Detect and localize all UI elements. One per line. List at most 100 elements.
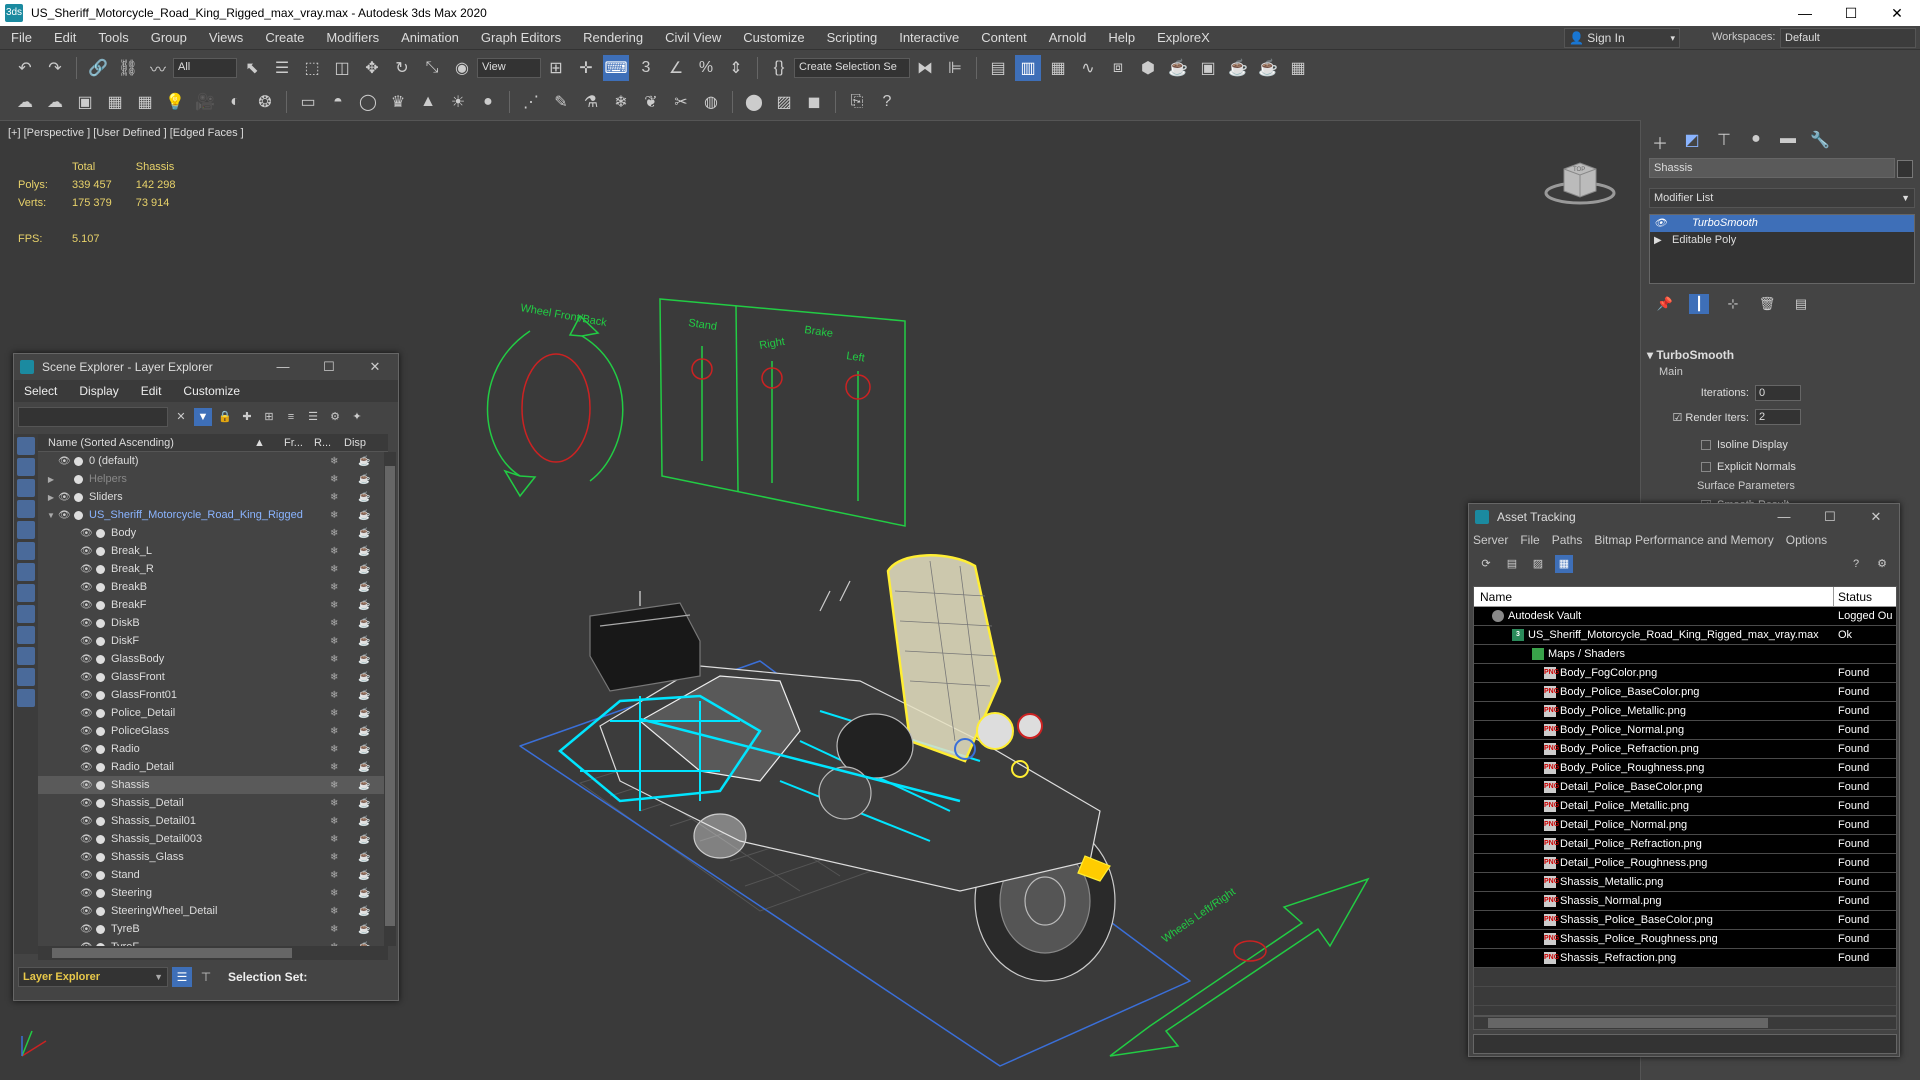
asset-row[interactable]: PNG Detail_Police_Normal.png Found bbox=[1474, 816, 1896, 835]
scene-explorer-row[interactable]: 👁 Radio ❄ ☕ bbox=[38, 740, 388, 758]
freeze-icon[interactable]: ❄ bbox=[330, 798, 338, 809]
material-editor-icon[interactable]: ⬢ bbox=[1135, 55, 1161, 81]
render-iters-checkbox[interactable]: ☑ bbox=[1672, 412, 1685, 424]
at-menu-options[interactable]: Options bbox=[1786, 533, 1827, 547]
percent-snap-icon[interactable]: % bbox=[693, 55, 719, 81]
create-tab-icon[interactable]: ＋ bbox=[1649, 130, 1671, 154]
freeze-icon[interactable]: ❄ bbox=[330, 888, 338, 899]
renderable-icon[interactable]: ☕ bbox=[358, 816, 370, 827]
renderable-icon[interactable]: ☕ bbox=[358, 744, 370, 755]
scene-explorer-row[interactable]: ▶ 👁 Sliders ❄ ☕ bbox=[38, 488, 388, 506]
freeze-icon[interactable]: ❄ bbox=[330, 672, 338, 683]
close-button[interactable]: ✕ bbox=[352, 359, 398, 375]
eye-icon[interactable]: 👁 bbox=[80, 762, 94, 773]
eye-icon[interactable]: 👁 bbox=[80, 870, 94, 881]
freeze-icon[interactable]: ❄ bbox=[330, 492, 338, 503]
freeze-icon[interactable]: ❄ bbox=[330, 618, 338, 629]
grid-helper-icon[interactable]: ⋰ bbox=[518, 89, 544, 115]
set-current-layer-icon[interactable]: ⚙ bbox=[326, 408, 344, 426]
scene-explorer-row[interactable]: 👁 Shassis ❄ ☕ bbox=[38, 776, 388, 794]
eye-icon[interactable]: 👁 bbox=[80, 672, 94, 683]
eye-icon[interactable]: 👁 bbox=[80, 528, 94, 539]
renderable-icon[interactable]: ☕ bbox=[358, 474, 370, 485]
plane-light-icon[interactable]: ▭ bbox=[295, 89, 321, 115]
expand-arrow-icon[interactable]: ▶ bbox=[1654, 232, 1662, 249]
render-iterative-icon[interactable]: ☕ bbox=[1255, 55, 1281, 81]
selection-filter-dropdown[interactable]: All bbox=[173, 58, 237, 78]
scene-explorer-row[interactable]: 👁 Steering ❄ ☕ bbox=[38, 884, 388, 902]
close-button[interactable]: ✕ bbox=[1853, 509, 1899, 525]
eye-icon[interactable]: 👁 bbox=[80, 708, 94, 719]
freeze-icon[interactable]: ❄ bbox=[330, 582, 338, 593]
scene-explorer-row[interactable]: 👁 DiskB ❄ ☕ bbox=[38, 614, 388, 632]
display-bones-icon[interactable] bbox=[17, 605, 35, 623]
toggle-scene-explorer-icon[interactable]: ▤ bbox=[985, 55, 1011, 81]
cloud-icon[interactable]: ☁ bbox=[42, 89, 68, 115]
stack-item-editable-poly[interactable]: ▶ Editable Poly bbox=[1650, 232, 1914, 249]
display-hidden-icon[interactable] bbox=[17, 689, 35, 707]
scale-icon[interactable]: ⤡ bbox=[419, 55, 445, 81]
freeze-icon[interactable]: ❄ bbox=[330, 600, 338, 611]
display-column-header[interactable]: Disp bbox=[344, 434, 374, 451]
menu-file[interactable]: File bbox=[0, 30, 43, 45]
link-icon[interactable]: 🔗 bbox=[85, 55, 111, 81]
select-object-icon[interactable]: ⬉ bbox=[239, 55, 265, 81]
list-view-icon[interactable]: ▤ bbox=[1503, 555, 1521, 573]
reference-coord-dropdown[interactable]: View bbox=[477, 58, 541, 78]
asset-row[interactable]: Autodesk Vault Logged Ou bbox=[1474, 607, 1896, 626]
place-icon[interactable]: ◉ bbox=[449, 55, 475, 81]
eye-icon[interactable]: 👁 bbox=[80, 744, 94, 755]
atmosphere-icon[interactable]: ❄ bbox=[608, 89, 634, 115]
scene-explorer-row[interactable]: 👁 Shassis_Detail ❄ ☕ bbox=[38, 794, 388, 812]
asset-row[interactable]: 3 US_Sheriff_Motorcycle_Road_King_Rigged_… bbox=[1474, 626, 1896, 645]
renderable-icon[interactable]: ☕ bbox=[358, 456, 370, 467]
grid-icon[interactable]: ▦ bbox=[132, 89, 158, 115]
renderable-icon[interactable]: ☕ bbox=[358, 726, 370, 737]
scroll-thumb[interactable] bbox=[1488, 1018, 1768, 1028]
scene-explorer-row[interactable]: 👁 Stand ❄ ☕ bbox=[38, 866, 388, 884]
fur-icon[interactable]: ⚗ bbox=[578, 89, 604, 115]
renderable-icon[interactable]: ☕ bbox=[358, 780, 370, 791]
freeze-icon[interactable]: ❄ bbox=[330, 780, 338, 791]
pivot-icon[interactable]: ⊞ bbox=[543, 55, 569, 81]
remove-modifier-icon[interactable]: 🗑 bbox=[1757, 294, 1777, 314]
scene-explorer-row[interactable]: 👁 SteeringWheel_Detail ❄ ☕ bbox=[38, 902, 388, 920]
menu-interactive[interactable]: Interactive bbox=[888, 30, 970, 45]
clear-search-icon[interactable]: ✕ bbox=[172, 408, 190, 426]
calculator-icon[interactable]: ▦ bbox=[102, 89, 128, 115]
scene-explorer-row[interactable]: 👁 Shassis_Detail01 ❄ ☕ bbox=[38, 812, 388, 830]
settings-icon[interactable]: ⚙ bbox=[1873, 555, 1891, 573]
freeze-icon[interactable]: ❄ bbox=[330, 744, 338, 755]
close-button[interactable]: ✕ bbox=[1874, 5, 1920, 22]
object-name-field[interactable]: Shassis bbox=[1649, 158, 1895, 178]
modifier-list-dropdown[interactable]: Modifier List ▼ bbox=[1649, 188, 1915, 208]
modify-tab-icon[interactable]: ◩ bbox=[1681, 130, 1703, 154]
edit-named-sets-icon[interactable]: {} bbox=[766, 55, 792, 81]
scene-explorer-row[interactable]: 👁 Shassis_Detail003 ❄ ☕ bbox=[38, 830, 388, 848]
layer-stack-icon[interactable]: ☰ bbox=[304, 408, 322, 426]
eye-icon[interactable]: 👁 bbox=[1654, 215, 1667, 232]
renderable-icon[interactable]: ☕ bbox=[358, 510, 370, 521]
display-containers-icon[interactable] bbox=[17, 626, 35, 644]
scene-explorer-row[interactable]: 👁 Radio_Detail ❄ ☕ bbox=[38, 758, 388, 776]
name-column-header[interactable]: Name bbox=[1474, 587, 1834, 606]
bind-space-warp-icon[interactable]: 〰 bbox=[145, 55, 171, 81]
display-shapes-icon[interactable] bbox=[17, 458, 35, 476]
freeze-icon[interactable]: ❄ bbox=[330, 654, 338, 665]
renderable-icon[interactable]: ☕ bbox=[358, 798, 370, 809]
menu-scripting[interactable]: Scripting bbox=[816, 30, 889, 45]
render-iters-spinner[interactable]: 2 bbox=[1755, 409, 1801, 425]
configure-modifier-sets-icon[interactable]: ▤ bbox=[1791, 294, 1811, 314]
render-production-icon[interactable]: ☕ bbox=[1225, 55, 1251, 81]
help-icon[interactable]: ? bbox=[1847, 555, 1865, 573]
schematic-view-icon[interactable]: ⧈ bbox=[1105, 55, 1131, 81]
vfb-icon[interactable]: ▨ bbox=[771, 89, 797, 115]
eye-icon[interactable]: 👁 bbox=[80, 798, 94, 809]
freeze-icon[interactable]: ❄ bbox=[330, 924, 338, 935]
ies-light-icon[interactable]: ● bbox=[475, 89, 501, 115]
window-crossing-icon[interactable]: ◫ bbox=[329, 55, 355, 81]
display-groups-icon[interactable] bbox=[17, 563, 35, 581]
asset-row[interactable]: PNG Shassis_Police_Roughness.png Found bbox=[1474, 930, 1896, 949]
eye-icon[interactable]: 👁 bbox=[80, 834, 94, 845]
renderable-icon[interactable]: ☕ bbox=[358, 762, 370, 773]
